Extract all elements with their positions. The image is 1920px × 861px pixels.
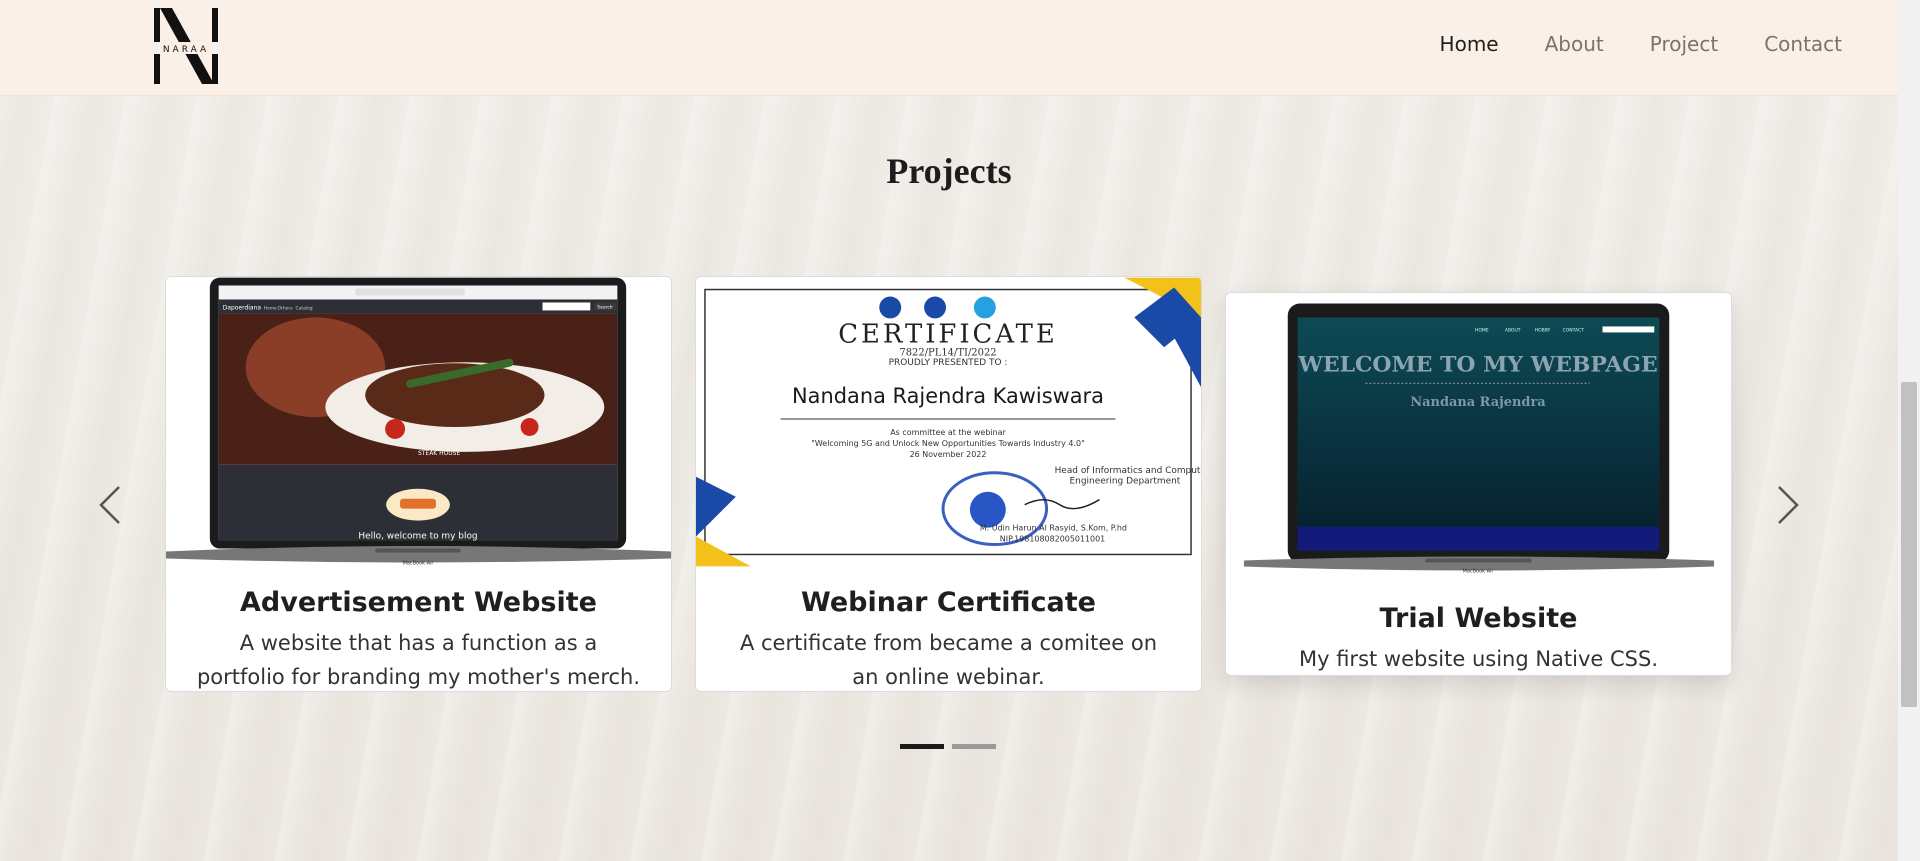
card-title: Advertisement Website bbox=[240, 587, 597, 618]
screen-brand: Dapoerdiana bbox=[223, 304, 262, 311]
cert-line2: "Welcoming 5G and Unlock New Opportuniti… bbox=[811, 439, 1084, 448]
screen-headline: WELCOME TO MY WEBPAGE bbox=[1297, 351, 1657, 377]
cert-heading: CERTIFICATE bbox=[838, 319, 1057, 349]
screen-menu-2: ABOUT bbox=[1505, 327, 1521, 333]
cert-role1: Head of Informatics and Computer bbox=[1055, 466, 1201, 476]
card-title: Trial Website bbox=[1379, 603, 1578, 634]
card-image: Dapoerdiana Home Others Catalog Search S… bbox=[166, 277, 671, 567]
project-card[interactable]: CERTIFICATE 7822/PL14/TI/2022 PROUDLY PR… bbox=[695, 276, 1202, 692]
cert-date: 26 November 2022 bbox=[910, 450, 987, 459]
nav-home[interactable]: Home bbox=[1440, 32, 1499, 56]
section-title: Projects bbox=[886, 151, 1012, 191]
certificate-image: CERTIFICATE 7822/PL14/TI/2022 PROUDLY PR… bbox=[696, 277, 1201, 567]
screen-slide-caption: STEAK HOUSE bbox=[418, 450, 460, 457]
nav-about[interactable]: About bbox=[1545, 32, 1604, 56]
carousel-indicator-2[interactable] bbox=[952, 744, 996, 749]
projects-carousel: Dapoerdiana Home Others Catalog Search S… bbox=[0, 270, 1898, 770]
carousel-indicator-1[interactable] bbox=[900, 744, 944, 749]
carousel-indicators bbox=[900, 744, 996, 749]
nav-project[interactable]: Project bbox=[1650, 32, 1718, 56]
card-text: A website that has a function as a portf… bbox=[196, 631, 641, 689]
cert-number: 7822/PL14/TI/2022 bbox=[899, 347, 996, 358]
laptop-label: MacBook Air bbox=[1463, 568, 1495, 574]
screen-menu-2: Others bbox=[278, 305, 294, 311]
chevron-right-icon bbox=[1778, 486, 1799, 524]
card-title: Webinar Certificate bbox=[801, 587, 1096, 618]
cert-role2: Engineering Department bbox=[1070, 477, 1181, 487]
screen-menu-1: Home bbox=[264, 305, 277, 311]
card-image: CERTIFICATE 7822/PL14/TI/2022 PROUDLY PR… bbox=[696, 277, 1201, 567]
carousel-next-button[interactable] bbox=[1768, 475, 1808, 535]
project-card[interactable]: HOME ABOUT HOBBY CONTACT WELCOME TO MY W… bbox=[1225, 292, 1732, 676]
laptop-screenshot: HOME ABOUT HOBBY CONTACT WELCOME TO MY W… bbox=[1226, 293, 1731, 583]
card-text: A certificate from became a comitee on a… bbox=[739, 631, 1158, 689]
scrollbar-thumb[interactable] bbox=[1901, 382, 1917, 707]
cert-nip: NIP.198108082005011001 bbox=[1000, 535, 1105, 544]
cert-line1: As committee at the webinar bbox=[890, 428, 1006, 437]
laptop-screenshot: Dapoerdiana Home Others Catalog Search S… bbox=[166, 277, 671, 566]
nav-links: Home About Project Contact bbox=[1440, 32, 1842, 56]
screen-subtitle: Nandana Rajendra bbox=[1410, 395, 1546, 410]
screen-menu-3: HOBBY bbox=[1535, 327, 1551, 333]
navbar: NARAA Home About Project Contact bbox=[0, 0, 1898, 96]
cert-signer: M. Udin Harun Al Rasyid, S.Kom, P.hd bbox=[980, 524, 1127, 533]
brand-logo[interactable]: NARAA bbox=[152, 6, 220, 86]
card-image: HOME ABOUT HOBBY CONTACT WELCOME TO MY W… bbox=[1226, 293, 1731, 583]
chevron-left-icon bbox=[99, 486, 120, 524]
laptop-label: MacBook Air bbox=[403, 560, 435, 566]
logo-letters: NARAA bbox=[163, 45, 209, 55]
screen-menu-1: HOME bbox=[1475, 327, 1489, 333]
nav-contact[interactable]: Contact bbox=[1764, 32, 1842, 56]
cert-name: Nandana Rajendra Kawiswara bbox=[792, 384, 1104, 408]
page-scrollbar[interactable] bbox=[1898, 0, 1920, 861]
screen-menu-4: CONTACT bbox=[1563, 327, 1584, 333]
screen-menu-3: Catalog bbox=[295, 305, 312, 311]
cert-presented: PROUDLY PRESENTED TO : bbox=[889, 358, 1008, 368]
logo-n-icon: NARAA bbox=[152, 8, 220, 84]
carousel-prev-button[interactable] bbox=[90, 475, 130, 535]
card-text: My first website using Native CSS. bbox=[1298, 647, 1659, 671]
screen-search: Search bbox=[597, 304, 613, 310]
project-card[interactable]: Dapoerdiana Home Others Catalog Search S… bbox=[165, 276, 672, 692]
screen-welcome: Hello, welcome to my blog bbox=[358, 532, 477, 542]
